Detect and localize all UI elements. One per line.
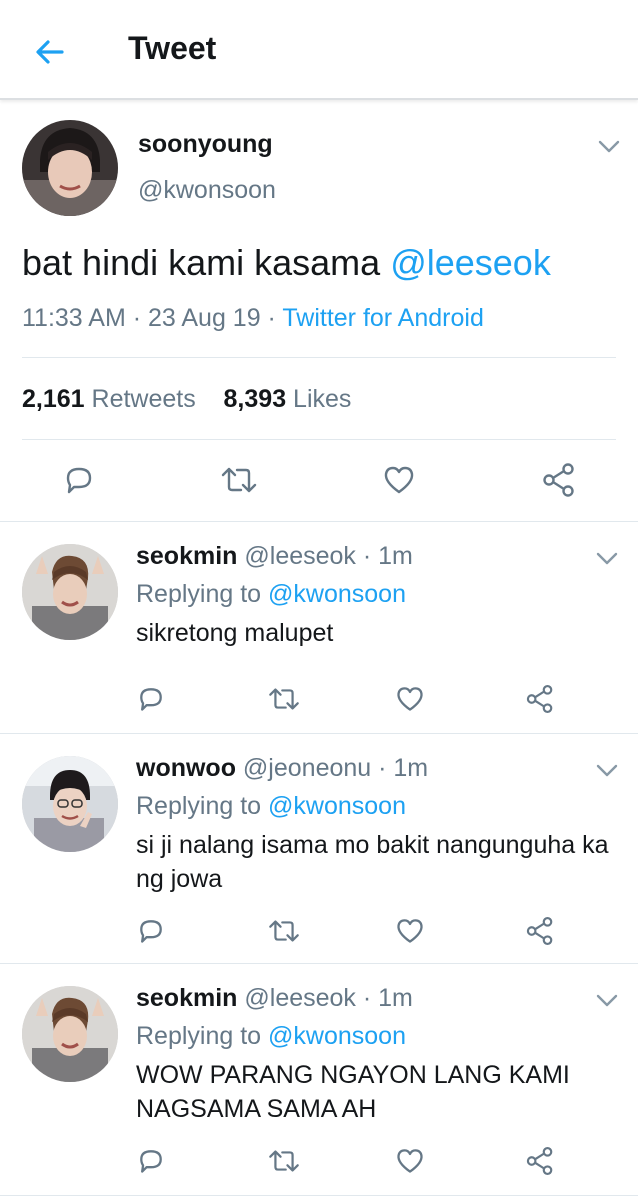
main-tweet: soonyoung @kwonsoon bat hindi kami kasam… [0,102,638,522]
reply-author-name[interactable]: seokmin [136,984,237,1012]
reply-text: WOW PARANG NGAYON LANG KAMI NAGSAMA SAMA… [136,1061,570,1123]
replying-to-label: Replying to [136,580,269,608]
reply-icon[interactable] [136,684,166,714]
reply-text: si ji nalang isama mo bakit nangunguha k… [136,831,609,893]
replying-to-label: Replying to [136,1022,269,1050]
reply-header: seokmin @leeseok · 1m [136,984,413,1013]
like-icon[interactable] [382,463,416,497]
chevron-down-icon[interactable] [596,994,618,1008]
reply-header: seokmin @leeseok · 1m [136,542,413,571]
tweet-text: bat hindi kami kasama @leeseok [22,242,551,284]
reply-actions [0,912,638,948]
replying-to: Replying to @kwonsoon [136,580,406,609]
retweet-icon[interactable] [218,463,260,497]
reply-author-handle: @jeoneonu · 1m [235,754,429,782]
replying-to: Replying to @kwonsoon [136,792,406,821]
likes-count: 8,393 [223,385,287,413]
share-icon[interactable] [525,683,555,715]
likes-label: Likes [286,385,352,413]
retweet-icon[interactable] [266,916,302,946]
top-bar: Tweet [0,0,638,100]
share-icon[interactable] [541,462,577,498]
avatar[interactable] [22,986,118,1082]
arrow-left-icon[interactable] [34,36,66,68]
replying-to-label: Replying to [136,792,269,820]
tweet-body: bat hindi kami kasama [22,242,391,283]
like-icon[interactable] [395,916,425,946]
retweet-icon[interactable] [266,1146,302,1176]
replying-to-link[interactable]: @kwonsoon [268,1022,406,1050]
reply-header: wonwoo @jeoneonu · 1m [136,754,428,783]
share-icon[interactable] [525,1145,555,1177]
reply-icon[interactable] [136,916,166,946]
retweet-icon[interactable] [266,684,302,714]
retweets-label: Retweets [84,385,196,413]
reply-author-name[interactable]: wonwoo [136,754,236,782]
reply-author-name[interactable]: seokmin [136,542,237,570]
reply-icon[interactable] [62,463,96,497]
chevron-down-icon[interactable] [596,552,618,566]
reply-tweet[interactable]: wonwoo @jeoneonu · 1m Replying to @kwons… [0,734,638,964]
mention-link[interactable]: @leeseok [390,242,551,283]
divider [22,357,616,358]
replying-to-link[interactable]: @kwonsoon [268,792,406,820]
chevron-down-icon[interactable] [598,140,620,154]
tweet-stats: 2,161 Retweets 8,393 Likes [22,385,351,414]
author-handle[interactable]: @kwonsoon [138,176,276,205]
retweets-stat[interactable]: 2,161 Retweets [22,385,196,413]
avatar[interactable] [22,544,118,640]
tweet-actions [0,458,638,502]
reply-text: sikretong malupet [136,619,334,647]
likes-stat[interactable]: 8,393 Likes [224,385,352,413]
reply-actions [0,680,638,716]
tweet-meta: 11:33 AM · 23 Aug 19 · Twitter for Andro… [22,304,484,333]
author-name[interactable]: soonyoung [138,130,273,159]
tweet-source-link[interactable]: Twitter for Android [282,304,483,332]
chevron-down-icon[interactable] [596,764,618,778]
reply-actions [0,1142,638,1178]
tweet-timestamp: 11:33 AM · 23 Aug 19 · [22,304,283,332]
retweets-count: 2,161 [22,385,85,413]
like-icon[interactable] [395,1146,425,1176]
like-icon[interactable] [395,684,425,714]
reply-icon[interactable] [136,1146,166,1176]
page-title: Tweet [128,30,217,66]
reply-tweet[interactable]: seokmin @leeseok · 1m Replying to @kwons… [0,522,638,734]
replying-to-link[interactable]: @kwonsoon [268,580,406,608]
reply-author-handle: @leeseok · 1m [237,984,413,1012]
avatar[interactable] [22,756,118,852]
replying-to: Replying to @kwonsoon [136,1022,406,1051]
avatar[interactable] [22,120,118,216]
reply-author-handle: @leeseok · 1m [237,542,413,570]
reply-tweet[interactable]: seokmin @leeseok · 1m Replying to @kwons… [0,964,638,1196]
share-icon[interactable] [525,915,555,947]
divider [22,439,616,440]
